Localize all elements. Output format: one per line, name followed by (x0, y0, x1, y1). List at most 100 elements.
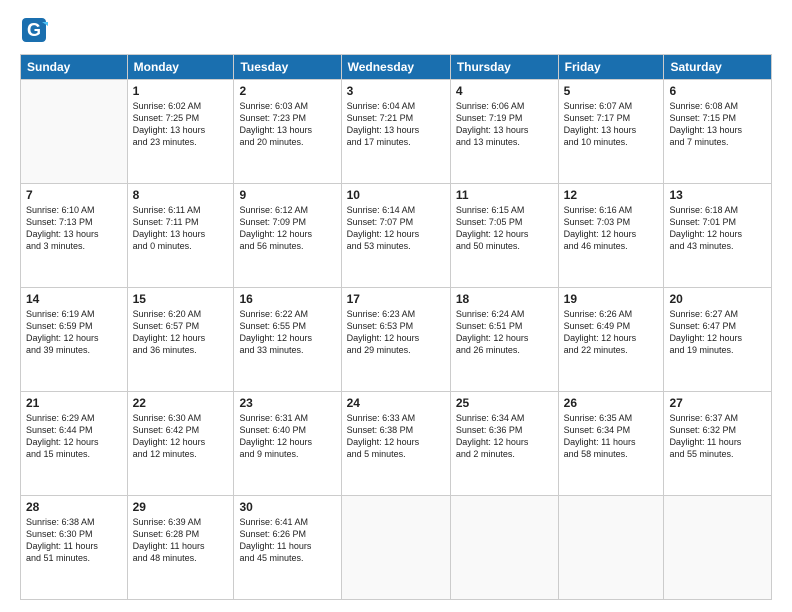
day-cell: 22 Sunrise: 6:30 AMSunset: 6:42 PMDayligh… (127, 392, 234, 496)
day-number: 26 (564, 396, 659, 410)
header-day-tuesday: Tuesday (234, 55, 341, 80)
day-cell (21, 80, 128, 184)
day-number: 1 (133, 84, 229, 98)
day-number: 2 (239, 84, 335, 98)
day-info: Sunrise: 6:15 AMSunset: 7:05 PMDaylight:… (456, 204, 553, 253)
day-info: Sunrise: 6:23 AMSunset: 6:53 PMDaylight:… (347, 308, 445, 357)
day-number: 21 (26, 396, 122, 410)
day-cell: 10Sunrise: 6:14 AMSunset: 7:07 PMDayligh… (341, 184, 450, 288)
day-cell: 29 Sunrise: 6:39 AMSunset: 6:28 PMDayligh… (127, 496, 234, 600)
day-number: 3 (347, 84, 445, 98)
day-number: 22 (133, 396, 229, 410)
day-info: Sunrise: 6:19 AMSunset: 6:59 PMDaylight:… (26, 308, 122, 357)
day-cell (558, 496, 664, 600)
calendar-header: SundayMondayTuesdayWednesdayThursdayFrid… (21, 55, 772, 80)
day-info: Sunrise: 6:18 AMSunset: 7:01 PMDaylight:… (669, 204, 766, 253)
day-cell (664, 496, 772, 600)
day-info: Sunrise: 6:33 AMSunset: 6:38 PMDaylight:… (347, 412, 445, 461)
day-info: Sunrise: 6:24 AMSunset: 6:51 PMDaylight:… (456, 308, 553, 357)
day-number: 25 (456, 396, 553, 410)
day-cell: 27 Sunrise: 6:37 AMSunset: 6:32 PMDayligh… (664, 392, 772, 496)
day-number: 17 (347, 292, 445, 306)
day-info: Sunrise: 6:29 AMSunset: 6:44 PMDaylight:… (26, 412, 122, 461)
day-cell: 24 Sunrise: 6:33 AMSunset: 6:38 PMDayligh… (341, 392, 450, 496)
day-number: 24 (347, 396, 445, 410)
day-info: Sunrise: 6:20 AMSunset: 6:57 PMDaylight:… (133, 308, 229, 357)
day-number: 12 (564, 188, 659, 202)
day-number: 10 (347, 188, 445, 202)
day-cell: 1 Sunrise: 6:02 AMSunset: 7:25 PMDaylight… (127, 80, 234, 184)
day-number: 7 (26, 188, 122, 202)
day-cell (341, 496, 450, 600)
header-day-wednesday: Wednesday (341, 55, 450, 80)
day-number: 18 (456, 292, 553, 306)
day-number: 29 (133, 500, 229, 514)
day-number: 13 (669, 188, 766, 202)
day-cell: 19Sunrise: 6:26 AMSunset: 6:49 PMDayligh… (558, 288, 664, 392)
day-number: 16 (239, 292, 335, 306)
day-info: Sunrise: 6:35 AMSunset: 6:34 PMDaylight:… (564, 412, 659, 461)
day-cell: 23Sunrise: 6:31 AMSunset: 6:40 PMDayligh… (234, 392, 341, 496)
day-number: 27 (669, 396, 766, 410)
day-info: Sunrise: 6:02 AMSunset: 7:25 PMDaylight:… (133, 100, 229, 149)
day-cell: 21 Sunrise: 6:29 AMSunset: 6:44 PMDayligh… (21, 392, 128, 496)
day-info: Sunrise: 6:34 AMSunset: 6:36 PMDaylight:… (456, 412, 553, 461)
week-row-3: 21 Sunrise: 6:29 AMSunset: 6:44 PMDayligh… (21, 392, 772, 496)
day-info: Sunrise: 6:38 AMSunset: 6:30 PMDaylight:… (26, 516, 122, 565)
logo: G (20, 16, 52, 44)
header-row: SundayMondayTuesdayWednesdayThursdayFrid… (21, 55, 772, 80)
day-info: Sunrise: 6:10 AMSunset: 7:13 PMDaylight:… (26, 204, 122, 253)
day-number: 4 (456, 84, 553, 98)
day-info: Sunrise: 6:27 AMSunset: 6:47 PMDaylight:… (669, 308, 766, 357)
day-cell: 4Sunrise: 6:06 AMSunset: 7:19 PMDaylight… (450, 80, 558, 184)
day-info: Sunrise: 6:22 AMSunset: 6:55 PMDaylight:… (239, 308, 335, 357)
day-info: Sunrise: 6:04 AMSunset: 7:21 PMDaylight:… (347, 100, 445, 149)
week-row-1: 7 Sunrise: 6:10 AMSunset: 7:13 PMDaylight… (21, 184, 772, 288)
day-info: Sunrise: 6:39 AMSunset: 6:28 PMDaylight:… (133, 516, 229, 565)
day-number: 28 (26, 500, 122, 514)
day-number: 5 (564, 84, 659, 98)
day-number: 6 (669, 84, 766, 98)
day-info: Sunrise: 6:37 AMSunset: 6:32 PMDaylight:… (669, 412, 766, 461)
calendar-page: G SundayMondayTuesdayWednesdayThursdayFr… (0, 0, 792, 612)
day-cell: 6 Sunrise: 6:08 AMSunset: 7:15 PMDaylight… (664, 80, 772, 184)
day-cell: 30 Sunrise: 6:41 AMSunset: 6:26 PMDayligh… (234, 496, 341, 600)
day-cell: 14 Sunrise: 6:19 AMSunset: 6:59 PMDayligh… (21, 288, 128, 392)
header-day-monday: Monday (127, 55, 234, 80)
day-info: Sunrise: 6:41 AMSunset: 6:26 PMDaylight:… (239, 516, 335, 565)
day-info: Sunrise: 6:26 AMSunset: 6:49 PMDaylight:… (564, 308, 659, 357)
header-day-thursday: Thursday (450, 55, 558, 80)
header: G (20, 16, 772, 44)
header-day-saturday: Saturday (664, 55, 772, 80)
day-number: 15 (133, 292, 229, 306)
day-cell (450, 496, 558, 600)
week-row-2: 14 Sunrise: 6:19 AMSunset: 6:59 PMDayligh… (21, 288, 772, 392)
day-number: 8 (133, 188, 229, 202)
day-cell: 25 Sunrise: 6:34 AMSunset: 6:36 PMDayligh… (450, 392, 558, 496)
day-info: Sunrise: 6:12 AMSunset: 7:09 PMDaylight:… (239, 204, 335, 253)
day-cell: 28 Sunrise: 6:38 AMSunset: 6:30 PMDayligh… (21, 496, 128, 600)
svg-text:G: G (27, 20, 41, 40)
day-info: Sunrise: 6:11 AMSunset: 7:11 PMDaylight:… (133, 204, 229, 253)
day-info: Sunrise: 6:16 AMSunset: 7:03 PMDaylight:… (564, 204, 659, 253)
day-cell: 20Sunrise: 6:27 AMSunset: 6:47 PMDayligh… (664, 288, 772, 392)
calendar-table: SundayMondayTuesdayWednesdayThursdayFrid… (20, 54, 772, 600)
day-info: Sunrise: 6:03 AMSunset: 7:23 PMDaylight:… (239, 100, 335, 149)
header-day-friday: Friday (558, 55, 664, 80)
day-info: Sunrise: 6:08 AMSunset: 7:15 PMDaylight:… (669, 100, 766, 149)
day-cell: 11Sunrise: 6:15 AMSunset: 7:05 PMDayligh… (450, 184, 558, 288)
day-number: 30 (239, 500, 335, 514)
day-cell: 18 Sunrise: 6:24 AMSunset: 6:51 PMDayligh… (450, 288, 558, 392)
header-day-sunday: Sunday (21, 55, 128, 80)
day-cell: 26 Sunrise: 6:35 AMSunset: 6:34 PMDayligh… (558, 392, 664, 496)
day-info: Sunrise: 6:31 AMSunset: 6:40 PMDaylight:… (239, 412, 335, 461)
day-info: Sunrise: 6:07 AMSunset: 7:17 PMDaylight:… (564, 100, 659, 149)
day-number: 14 (26, 292, 122, 306)
week-row-0: 1 Sunrise: 6:02 AMSunset: 7:25 PMDaylight… (21, 80, 772, 184)
day-cell: 17 Sunrise: 6:23 AMSunset: 6:53 PMDayligh… (341, 288, 450, 392)
week-row-4: 28 Sunrise: 6:38 AMSunset: 6:30 PMDayligh… (21, 496, 772, 600)
day-cell: 3 Sunrise: 6:04 AMSunset: 7:21 PMDaylight… (341, 80, 450, 184)
day-cell: 7 Sunrise: 6:10 AMSunset: 7:13 PMDaylight… (21, 184, 128, 288)
day-info: Sunrise: 6:30 AMSunset: 6:42 PMDaylight:… (133, 412, 229, 461)
day-number: 9 (239, 188, 335, 202)
